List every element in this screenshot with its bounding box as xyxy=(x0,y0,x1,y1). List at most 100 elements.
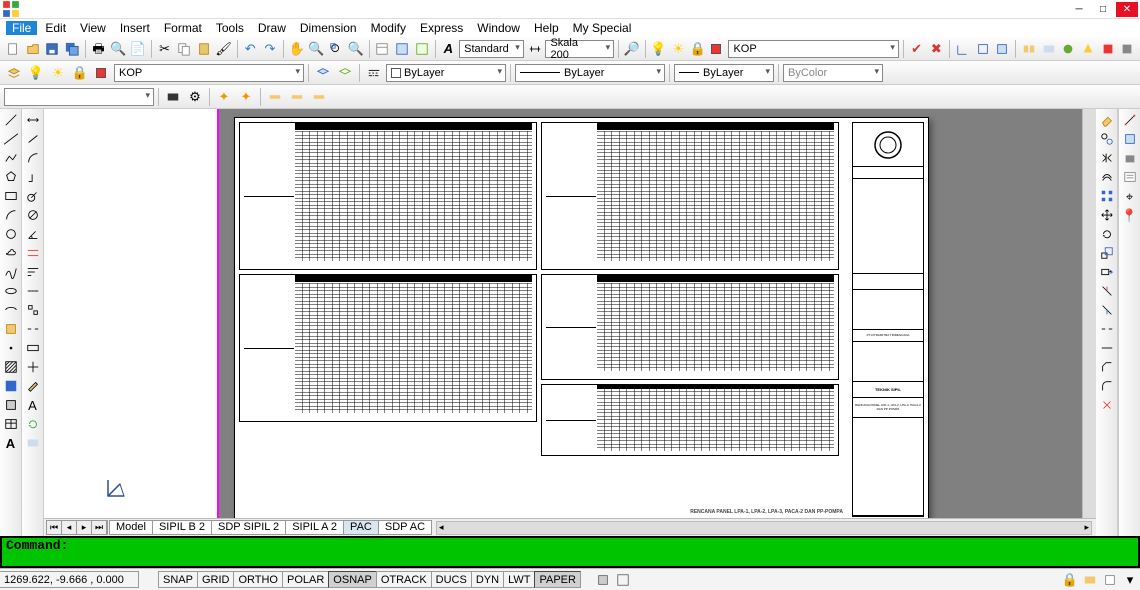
stretch-icon[interactable] xyxy=(1098,263,1116,281)
menu-file[interactable]: File xyxy=(6,21,37,35)
properties-icon[interactable] xyxy=(373,39,391,59)
polygon-icon[interactable] xyxy=(2,168,20,186)
status-chevron-icon[interactable]: ▾ xyxy=(1120,570,1140,590)
mirror-icon[interactable] xyxy=(1098,149,1116,167)
id-icon[interactable]: ⌖ xyxy=(1121,187,1139,205)
dim-edit-icon[interactable] xyxy=(24,377,42,395)
dim-linear-icon[interactable] xyxy=(24,111,42,129)
spline-icon[interactable] xyxy=(2,263,20,281)
textstyle-icon[interactable]: A xyxy=(439,39,457,59)
lineweight-combo[interactable]: ByLayer xyxy=(674,64,774,82)
table-icon[interactable] xyxy=(2,415,20,433)
dim-diameter-icon[interactable] xyxy=(24,206,42,224)
explode-icon[interactable] xyxy=(1098,396,1116,414)
extend-icon[interactable] xyxy=(1098,301,1116,319)
arc-icon[interactable] xyxy=(2,206,20,224)
region-icon[interactable] xyxy=(2,396,20,414)
layer-sun-icon[interactable]: ☀ xyxy=(669,39,687,59)
zoom-prev-icon[interactable]: 🔍 xyxy=(347,39,365,59)
dim-space-icon[interactable] xyxy=(24,301,42,319)
prop-red-icon[interactable]: ✔ xyxy=(908,39,926,59)
zoom-win-icon[interactable] xyxy=(327,39,345,59)
maximize-button[interactable]: □ xyxy=(1092,2,1114,17)
toolpalette-icon[interactable] xyxy=(413,39,431,59)
anno3-icon[interactable]: ✦ xyxy=(214,87,234,107)
dim-quick-icon[interactable] xyxy=(24,244,42,262)
mtext-icon[interactable]: A xyxy=(2,434,20,452)
dyn-toggle[interactable]: DYN xyxy=(471,571,504,588)
ellipse-icon[interactable] xyxy=(2,282,20,300)
command-line[interactable]: Command: xyxy=(0,536,1140,568)
join-icon[interactable] xyxy=(1098,339,1116,357)
polar-toggle[interactable]: POLAR xyxy=(282,571,329,588)
ortho-toggle[interactable]: ORTHO xyxy=(233,571,283,588)
plotstyle-combo[interactable]: ByColor xyxy=(783,64,883,82)
layer-combo[interactable]: KOP xyxy=(114,64,304,82)
polyline-icon[interactable] xyxy=(2,149,20,167)
dim-radius-icon[interactable] xyxy=(24,187,42,205)
anno5-icon[interactable] xyxy=(265,87,285,107)
tab-sipilb2[interactable]: SIPIL B 2 xyxy=(152,520,212,535)
tab-pac[interactable]: PAC xyxy=(343,520,379,535)
menu-edit[interactable]: Edit xyxy=(39,21,72,35)
menu-insert[interactable]: Insert xyxy=(114,21,156,35)
save-icon[interactable] xyxy=(43,39,61,59)
menu-modify[interactable]: Modify xyxy=(365,21,412,35)
scale-icon[interactable] xyxy=(1098,244,1116,262)
linetype-icon[interactable] xyxy=(364,63,384,83)
gradient-icon[interactable] xyxy=(2,377,20,395)
ducs-toggle[interactable]: DUCS xyxy=(431,571,472,588)
break-icon[interactable] xyxy=(1098,320,1116,338)
layermatch-icon[interactable] xyxy=(335,63,355,83)
ucs2-icon[interactable] xyxy=(974,39,992,59)
cut-icon[interactable]: ✂ xyxy=(156,39,174,59)
copy-obj-icon[interactable] xyxy=(1098,130,1116,148)
osnap-toggle[interactable]: OSNAP xyxy=(328,571,377,588)
et-6-icon[interactable] xyxy=(1119,39,1137,59)
layer-color-icon[interactable] xyxy=(92,63,112,83)
layerstate-icon[interactable] xyxy=(313,63,333,83)
color-combo[interactable]: ByLayer xyxy=(386,64,506,82)
ucs1-icon[interactable] xyxy=(954,39,972,59)
et-5-icon[interactable] xyxy=(1099,39,1117,59)
otrack-toggle[interactable]: OTRACK xyxy=(376,571,432,588)
linetype-combo[interactable]: ByLayer xyxy=(515,64,665,82)
layer-lock2-icon[interactable]: 🔒 xyxy=(689,39,707,59)
ellipsearc-icon[interactable] xyxy=(2,301,20,319)
point-icon[interactable] xyxy=(2,339,20,357)
anno4-icon[interactable]: ✦ xyxy=(236,87,256,107)
menu-view[interactable]: View xyxy=(74,21,112,35)
locate-icon[interactable]: 📍 xyxy=(1121,206,1139,224)
dim-angular-icon[interactable] xyxy=(24,225,42,243)
tab-sipila2[interactable]: SIPIL A 2 xyxy=(285,520,344,535)
move-icon[interactable] xyxy=(1098,206,1116,224)
plot-icon[interactable]: 📄 xyxy=(129,39,147,59)
dim-continue-icon[interactable] xyxy=(24,282,42,300)
undo-icon[interactable]: ↶ xyxy=(241,39,259,59)
dim-break-icon[interactable] xyxy=(24,320,42,338)
menu-tools[interactable]: Tools xyxy=(210,21,250,35)
block-icon[interactable] xyxy=(2,320,20,338)
distance-icon[interactable] xyxy=(1121,111,1139,129)
et-1-icon[interactable] xyxy=(1020,39,1038,59)
dim-baseline-icon[interactable] xyxy=(24,263,42,281)
anno1-icon[interactable] xyxy=(163,87,183,107)
layer-combo-2[interactable]: KOP xyxy=(728,40,898,58)
tab-model[interactable]: Model xyxy=(109,520,153,535)
menu-myspecial[interactable]: My Special xyxy=(567,21,638,35)
fillet-icon[interactable] xyxy=(1098,377,1116,395)
array-icon[interactable] xyxy=(1098,187,1116,205)
menu-format[interactable]: Format xyxy=(158,21,208,35)
maximize-vp-icon[interactable] xyxy=(613,570,633,590)
rotate-icon[interactable] xyxy=(1098,225,1116,243)
pan-icon[interactable]: ✋ xyxy=(288,39,306,59)
layer-bulb2-icon[interactable]: 💡 xyxy=(650,39,668,59)
open-icon[interactable] xyxy=(24,39,42,59)
layer-manager-icon[interactable] xyxy=(4,63,24,83)
rectangle-icon[interactable] xyxy=(2,187,20,205)
trim-icon[interactable] xyxy=(1098,282,1116,300)
menu-express[interactable]: Express xyxy=(414,21,469,35)
scrollbar-v[interactable] xyxy=(1082,109,1096,518)
erase-icon[interactable] xyxy=(1098,111,1116,129)
dim-update-icon[interactable] xyxy=(24,415,42,433)
